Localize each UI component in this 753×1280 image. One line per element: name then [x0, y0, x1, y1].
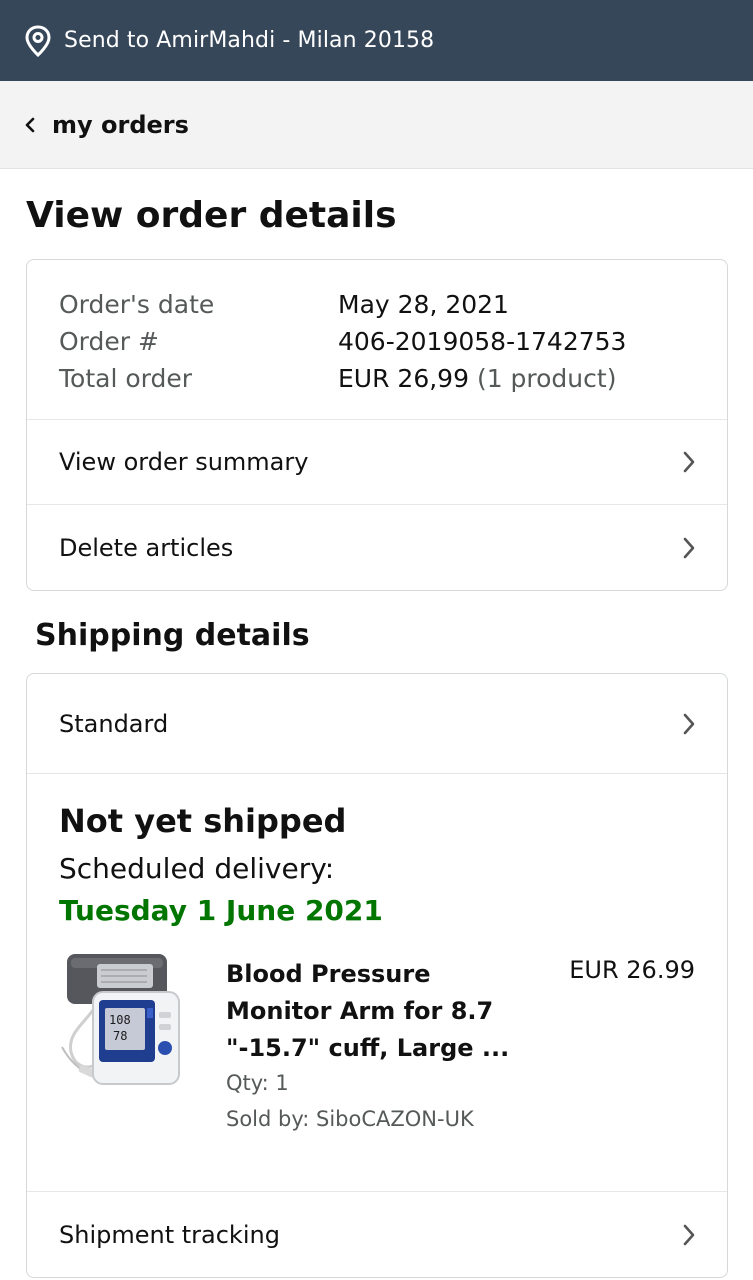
delivery-address-bar[interactable]: Send to AmirMahdi - Milan 20158 [0, 0, 753, 81]
shipping-card: Standard Not yet shipped Scheduled deliv… [26, 673, 728, 1278]
order-number-value: 406-2019058-1742753 [338, 327, 627, 356]
order-date-label: Order's date [59, 290, 215, 319]
view-order-summary-label: View order summary [59, 448, 309, 476]
blood-pressure-monitor-image[interactable]: 108 78 [57, 952, 183, 1090]
product-name-link[interactable]: Blood Pressure Monitor Arm for 8.7 "-15.… [226, 956, 526, 1067]
delete-articles-link[interactable]: Delete articles [27, 505, 727, 590]
order-number-label: Order # [59, 327, 159, 356]
svg-text:108: 108 [109, 1013, 131, 1027]
delivery-date: Tuesday 1 June 2021 [59, 894, 383, 927]
order-date-row: Order's date May 28, 2021 [59, 286, 695, 323]
view-order-summary-link[interactable]: View order summary [27, 420, 727, 505]
back-link-label: my orders [52, 110, 189, 139]
chevron-right-icon [681, 1222, 697, 1248]
order-date-value: May 28, 2021 [338, 290, 509, 319]
delivery-address-text: Send to AmirMahdi - Milan 20158 [64, 28, 435, 53]
order-total-label: Total order [59, 364, 192, 393]
chevron-right-icon [681, 449, 697, 475]
back-navigation[interactable]: my orders [0, 81, 753, 169]
delete-articles-label: Delete articles [59, 533, 234, 562]
shipment-tracking-link[interactable]: Shipment tracking [27, 1192, 727, 1277]
product-seller: Sold by: SiboCAZON-UK [226, 1107, 474, 1131]
svg-text:78: 78 [113, 1029, 127, 1043]
product-quantity: Qty: 1 [226, 1071, 289, 1095]
order-product-count: (1 product) [476, 364, 617, 393]
order-total-amount: EUR 26,99 [338, 364, 469, 393]
order-info-card: Order's date May 28, 2021 Order # 406-20… [26, 259, 728, 591]
shipment-tracking-label: Shipment tracking [59, 1221, 280, 1249]
chevron-left-icon [24, 115, 40, 135]
scheduled-delivery-label: Scheduled delivery: [59, 852, 335, 885]
order-total-row: Total order EUR 26,99 (1 product) [59, 360, 695, 397]
shipping-details-heading: Shipping details [35, 618, 310, 653]
order-info: Order's date May 28, 2021 Order # 406-20… [27, 260, 727, 420]
shipment-status: Not yet shipped [59, 802, 347, 840]
shipment-block: Not yet shipped Scheduled delivery: Tues… [27, 774, 727, 1192]
chevron-right-icon [681, 711, 697, 737]
order-total-value: EUR 26,99 (1 product) [338, 360, 616, 397]
shipping-method-link[interactable]: Standard [27, 674, 727, 774]
order-number-row: Order # 406-2019058-1742753 [59, 323, 695, 360]
location-pin-icon [24, 24, 52, 57]
page-title: View order details [26, 195, 397, 236]
chevron-right-icon [681, 535, 697, 561]
shipping-method-label: Standard [59, 709, 169, 738]
product-price: EUR 26.99 [569, 956, 695, 984]
